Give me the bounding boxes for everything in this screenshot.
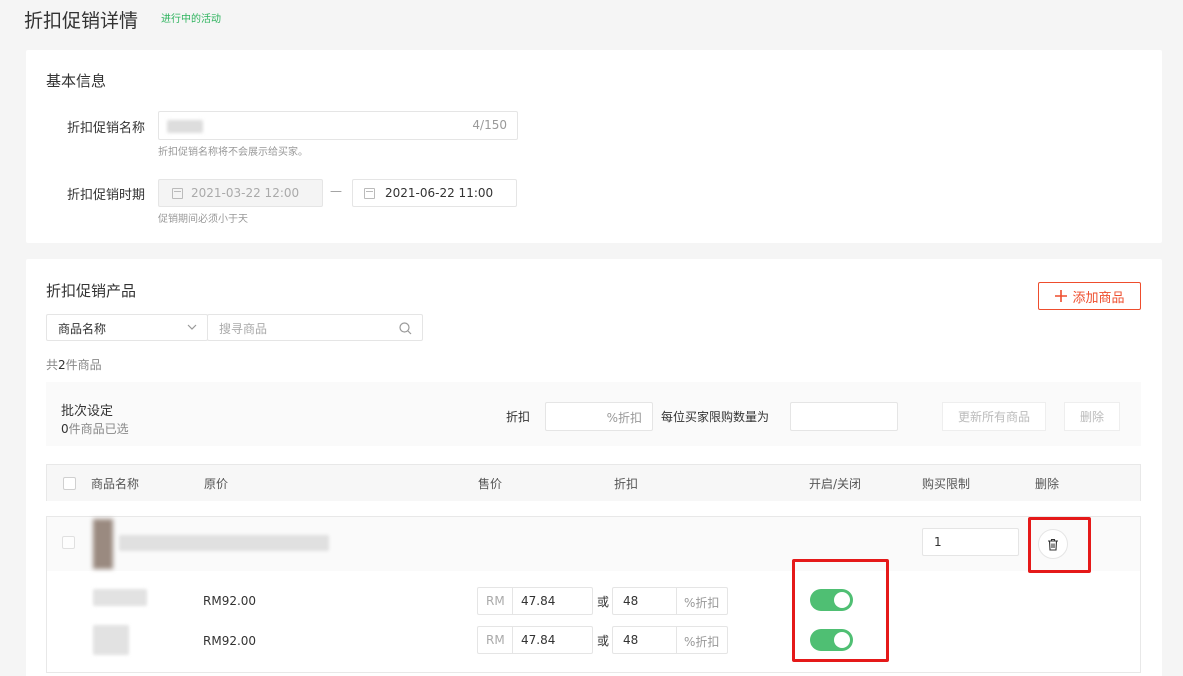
- discount-input[interactable]: 48 %折扣: [612, 626, 728, 654]
- discount-value: 48: [623, 594, 639, 608]
- table-header: 商品名称 原价 售价 折扣 开启/关闭 购买限制 删除: [46, 464, 1141, 501]
- divider: [512, 627, 513, 653]
- col-product-name: 商品名称: [91, 477, 140, 491]
- variant-name-blurred: [93, 589, 147, 606]
- page-title: 折扣促销详情: [24, 10, 139, 32]
- period-label: 折扣促销时期: [67, 188, 146, 203]
- original-price: RM92.00: [203, 634, 257, 648]
- divider: [512, 588, 513, 614]
- product-count: 共2件商品: [46, 356, 102, 373]
- search-icon[interactable]: [399, 322, 412, 335]
- search-input[interactable]: 搜寻商品: [207, 314, 423, 341]
- col-purchase-limit: 购买限制: [922, 477, 971, 491]
- batch-limit-label: 每位买家限购数量为: [661, 410, 770, 424]
- batch-discount-suffix: %折扣: [606, 411, 642, 425]
- batch-discount-input[interactable]: %折扣: [545, 402, 653, 431]
- currency-prefix: RM: [486, 633, 505, 647]
- col-original-price: 原价: [204, 477, 229, 491]
- product-image: [93, 519, 113, 569]
- product-group: 1 RM92.00 RM 47.84 或 48 %折扣 RM92.00 RM 4…: [46, 516, 1141, 673]
- batch-discount-label: 折扣: [506, 410, 531, 424]
- date-separator: —: [330, 184, 342, 198]
- original-price: RM92.00: [203, 594, 257, 608]
- sale-price-value: 47.84: [521, 594, 556, 608]
- delete-product-button[interactable]: [1038, 529, 1068, 559]
- basic-info-card: 基本信息 折扣促销名称 4/150 折扣促销名称将不会展示给买家。 折扣促销时期…: [26, 50, 1162, 243]
- update-all-button[interactable]: 更新所有商品: [942, 402, 1046, 431]
- variant-row: RM92.00 RM 47.84 或 48 %折扣: [47, 577, 1140, 617]
- delete-highlight-frame: [1028, 517, 1091, 573]
- product-row: 1: [47, 517, 1140, 571]
- plus-icon: [1055, 290, 1068, 302]
- add-product-button[interactable]: 添加商品: [1038, 282, 1141, 310]
- count-suffix: 件商品: [65, 358, 102, 372]
- selected-count: 0: [61, 422, 69, 436]
- promotion-name-input[interactable]: 4/150: [158, 111, 518, 140]
- start-date-value: 2021-03-22 12:00: [191, 186, 300, 200]
- count-value: 2: [58, 358, 66, 372]
- sale-price-input[interactable]: RM 47.84: [477, 587, 593, 615]
- calendar-icon: [364, 188, 375, 199]
- batch-title: 批次设定: [61, 404, 114, 419]
- or-text: 或: [597, 634, 610, 648]
- batch-settings: 批次设定 0件商品已选 折扣 %折扣 每位买家限购数量为 更新所有商品 删除: [46, 382, 1141, 446]
- search-placeholder: 搜寻商品: [219, 322, 268, 336]
- col-delete: 删除: [1035, 477, 1060, 491]
- sale-price-value: 47.84: [521, 633, 556, 647]
- name-label: 折扣促销名称: [67, 121, 146, 136]
- selected-suffix: 件商品已选: [68, 422, 129, 436]
- calendar-icon: [172, 188, 183, 199]
- blurred-name: [167, 120, 203, 133]
- discount-suffix: %折扣: [684, 596, 720, 610]
- variant-name-blurred: [93, 625, 129, 655]
- trash-icon: [1048, 538, 1058, 551]
- col-sale-price: 售价: [478, 477, 503, 491]
- toggle-highlight-frame: [792, 559, 889, 662]
- products-title: 折扣促销产品: [46, 282, 137, 300]
- filter-select-value: 商品名称: [58, 322, 107, 336]
- filter-select[interactable]: 商品名称: [46, 314, 208, 341]
- select-all-checkbox[interactable]: [63, 477, 76, 490]
- purchase-limit-value: 1: [934, 535, 942, 549]
- variant-row: RM92.00 RM 47.84 或 48 %折扣: [47, 617, 1140, 657]
- col-toggle: 开启/关闭: [809, 477, 862, 491]
- name-counter: 4/150: [472, 118, 507, 132]
- sale-price-input[interactable]: RM 47.84: [477, 626, 593, 654]
- currency-prefix: RM: [486, 594, 505, 608]
- name-hint: 折扣促销名称将不会展示给买家。: [158, 147, 308, 158]
- batch-limit-input[interactable]: [790, 402, 898, 431]
- chevron-down-icon: [187, 324, 197, 330]
- discount-value: 48: [623, 633, 639, 647]
- basic-info-title: 基本信息: [46, 72, 107, 90]
- count-prefix: 共: [46, 358, 59, 372]
- status-badge: 进行中的活动: [161, 14, 221, 25]
- end-date-value: 2021-06-22 11:00: [385, 186, 494, 200]
- discount-input[interactable]: 48 %折扣: [612, 587, 728, 615]
- purchase-limit-input[interactable]: 1: [922, 528, 1019, 556]
- product-name-blurred: [119, 535, 329, 551]
- product-checkbox[interactable]: [62, 536, 75, 549]
- products-card: 折扣促销产品 添加商品 商品名称 搜寻商品 共2件商品 批次设定 0件商品已选 …: [26, 259, 1162, 676]
- divider: [676, 588, 677, 614]
- period-hint: 促销期间必须小于天: [158, 214, 248, 225]
- or-text: 或: [597, 595, 610, 609]
- batch-delete-button[interactable]: 删除: [1064, 402, 1120, 431]
- discount-suffix: %折扣: [684, 635, 720, 649]
- start-date-input: 2021-03-22 12:00: [158, 179, 323, 207]
- col-discount: 折扣: [614, 477, 639, 491]
- batch-selected: 0件商品已选: [61, 420, 129, 437]
- add-product-label: 添加商品: [1072, 290, 1125, 306]
- end-date-input[interactable]: 2021-06-22 11:00: [352, 179, 517, 207]
- divider: [676, 627, 677, 653]
